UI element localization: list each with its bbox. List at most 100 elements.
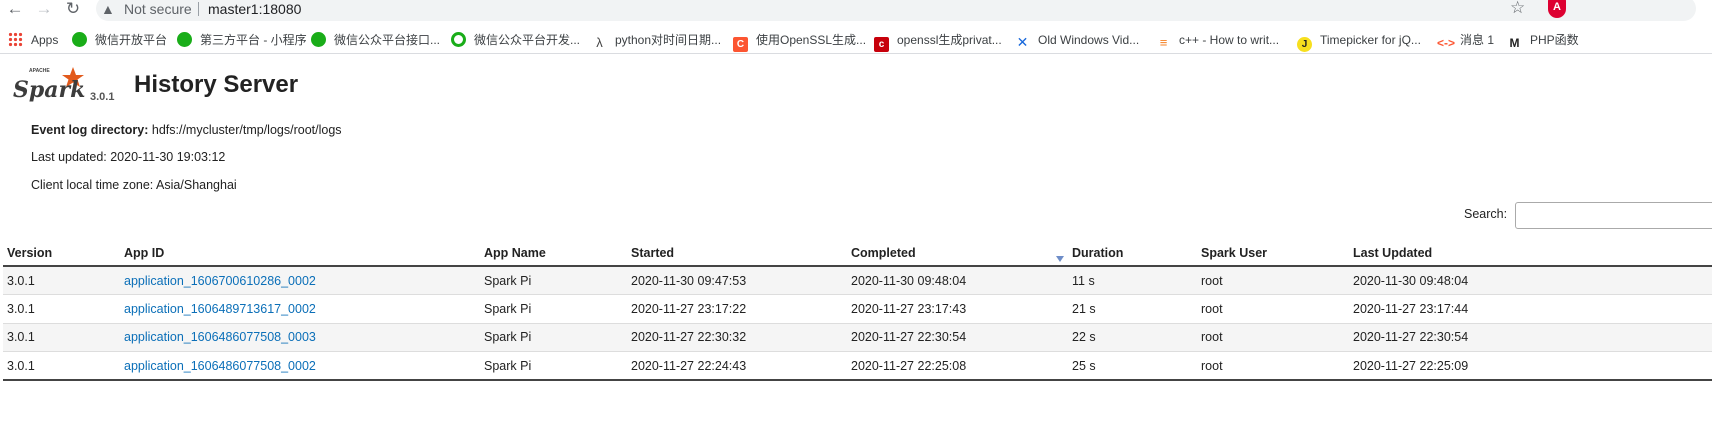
cell-duration: 25 s <box>1068 351 1197 381</box>
browser-toolbar: ← → ↻ ▲ Not secure master1:18080 ☆ A <box>0 0 1712 22</box>
search-input[interactable] <box>1515 202 1712 229</box>
applications-table: Version App ID App Name Started Complete… <box>3 240 1712 381</box>
cell-app-id: application_1606489713617_0002 <box>120 294 480 323</box>
bookmark-item[interactable]: 微信公众平台接口... <box>311 31 440 49</box>
wechat-icon <box>72 32 87 47</box>
event-log-directory: Event log directory: hdfs://mycluster/tm… <box>31 122 342 138</box>
forward-arrow-icon[interactable]: → <box>33 0 55 20</box>
app-id-link[interactable]: application_1606486077508_0002 <box>124 359 316 373</box>
security-label[interactable]: Not secure <box>124 1 192 18</box>
column-header-completed-label: Completed <box>851 245 916 260</box>
angular-extension-icon[interactable]: A <box>1548 0 1566 18</box>
event-log-value: hdfs://mycluster/tmp/logs/root/logs <box>151 123 342 137</box>
table-row: 3.0.1 application_1606700610286_0002 Spa… <box>3 265 1712 295</box>
column-header-last-updated[interactable]: Last Updated <box>1349 240 1712 267</box>
cell-spark-user: root <box>1197 265 1349 295</box>
search-label: Search: <box>1464 207 1508 221</box>
bookmark-item[interactable]: ≡ c++ - How to writ... <box>1156 31 1279 50</box>
cell-duration: 22 s <box>1068 322 1197 352</box>
cell-completed: 2020-11-27 22:25:08 <box>847 351 1068 381</box>
cell-started: 2020-11-27 23:17:22 <box>627 294 847 323</box>
url-text[interactable]: master1:18080 <box>208 1 301 18</box>
bookmark-item[interactable]: λ python对时间日期... <box>592 31 721 50</box>
jquery-icon: J <box>1297 37 1312 52</box>
cnblogs-icon: c <box>874 37 889 52</box>
event-log-label: Event log directory: <box>31 123 149 137</box>
cell-started: 2020-11-27 22:24:43 <box>627 351 847 381</box>
cell-version: 3.0.1 <box>3 322 120 352</box>
column-header-version[interactable]: Version <box>3 240 120 267</box>
bookmark-item[interactable]: ✕ Old Windows Vid... <box>1015 31 1140 50</box>
cell-duration: 21 s <box>1068 294 1197 323</box>
bookmark-item[interactable]: Apps <box>8 31 58 49</box>
wechat-icon <box>311 32 326 47</box>
cell-started: 2020-11-27 22:30:32 <box>627 322 847 352</box>
column-header-completed[interactable]: Completed <box>847 240 1068 267</box>
cell-spark-user: root <box>1197 351 1349 381</box>
spark-version: 3.0.1 <box>90 91 115 103</box>
cell-app-name: Spark Pi <box>480 322 627 352</box>
column-header-app-name[interactable]: App Name <box>480 240 627 267</box>
sort-descending-icon[interactable] <box>1056 256 1064 262</box>
confluence-icon: ✕ <box>1016 34 1029 50</box>
cell-spark-user: root <box>1197 294 1349 323</box>
cell-last-updated: 2020-11-27 23:17:44 <box>1349 294 1712 323</box>
table-row: 3.0.1 application_1606489713617_0002 Spa… <box>3 294 1712 323</box>
cell-completed: 2020-11-27 23:17:43 <box>847 294 1068 323</box>
cell-completed: 2020-11-30 09:48:04 <box>847 265 1068 295</box>
app-id-link[interactable]: application_1606700610286_0002 <box>124 274 316 288</box>
message-icon: <-> <box>1437 36 1456 50</box>
bookmark-item[interactable]: C 使用OpenSSL生成... <box>733 31 866 52</box>
cell-completed: 2020-11-27 22:30:54 <box>847 322 1068 352</box>
cell-last-updated: 2020-11-27 22:25:09 <box>1349 351 1712 381</box>
stackoverflow-icon: ≡ <box>1159 35 1168 50</box>
cell-app-id: application_1606486077508_0002 <box>120 351 480 381</box>
bookmarks-bar: Apps 微信开放平台 第三方平台 - 小程序 微信公众平台接口... 微信公众… <box>0 26 1712 54</box>
python-icon: λ <box>596 35 603 50</box>
bookmark-item[interactable]: 微信公众平台开发... <box>451 31 580 49</box>
bookmark-item[interactable]: J Timepicker for jQ... <box>1297 31 1421 52</box>
cell-spark-user: root <box>1197 322 1349 352</box>
warning-triangle-icon[interactable]: ▲ <box>101 0 115 18</box>
cell-app-id: application_1606486077508_0003 <box>120 322 480 352</box>
cell-app-name: Spark Pi <box>480 294 627 323</box>
cell-app-id: application_1606700610286_0002 <box>120 265 480 295</box>
column-header-started[interactable]: Started <box>627 240 847 267</box>
app-id-link[interactable]: application_1606486077508_0003 <box>124 330 316 344</box>
cell-app-name: Spark Pi <box>480 265 627 295</box>
column-header-duration[interactable]: Duration <box>1068 240 1197 267</box>
table-row: 3.0.1 application_1606486077508_0003 Spa… <box>3 322 1712 352</box>
back-arrow-icon[interactable]: ← <box>4 0 26 20</box>
csdn-icon: C <box>733 37 748 52</box>
reload-icon[interactable]: ↻ <box>62 0 84 20</box>
php-icon: M <box>1509 36 1520 50</box>
last-updated: Last updated: 2020-11-30 19:03:12 <box>31 150 226 164</box>
url-separator <box>198 2 199 16</box>
cell-last-updated: 2020-11-30 09:48:04 <box>1349 265 1712 295</box>
bookmark-item[interactable]: M PHP函数 <box>1507 31 1579 50</box>
spark-logo[interactable]: APACHE Spark <box>11 63 87 105</box>
client-timezone: Client local time zone: Asia/Shanghai <box>31 178 237 192</box>
cell-app-name: Spark Pi <box>480 351 627 381</box>
bookmark-item[interactable]: c openssl生成privat... <box>874 31 1002 52</box>
app-id-link[interactable]: application_1606489713617_0002 <box>124 302 316 316</box>
bookmark-item[interactable]: 微信开放平台 <box>72 31 167 49</box>
bookmark-item[interactable]: 第三方平台 - 小程序 <box>177 31 307 49</box>
cell-duration: 11 s <box>1068 265 1197 295</box>
svg-text:Spark: Spark <box>13 77 85 103</box>
column-header-spark-user[interactable]: Spark User <box>1197 240 1349 267</box>
column-header-app-id[interactable]: App ID <box>120 240 480 267</box>
bookmark-star-icon[interactable]: ☆ <box>1510 0 1525 17</box>
cell-last-updated: 2020-11-27 22:30:54 <box>1349 322 1712 352</box>
address-bar[interactable] <box>96 0 1696 21</box>
cell-version: 3.0.1 <box>3 265 120 295</box>
table-header-row: Version App ID App Name Started Complete… <box>3 240 1712 267</box>
table-row: 3.0.1 application_1606486077508_0002 Spa… <box>3 351 1712 381</box>
cell-started: 2020-11-30 09:47:53 <box>627 265 847 295</box>
cell-version: 3.0.1 <box>3 351 120 381</box>
apps-grid-icon <box>8 32 23 47</box>
cell-version: 3.0.1 <box>3 294 120 323</box>
wechat-icon <box>177 32 192 47</box>
svg-text:APACHE: APACHE <box>29 68 50 74</box>
bookmark-item[interactable]: <-> 消息 1 <box>1437 31 1494 50</box>
